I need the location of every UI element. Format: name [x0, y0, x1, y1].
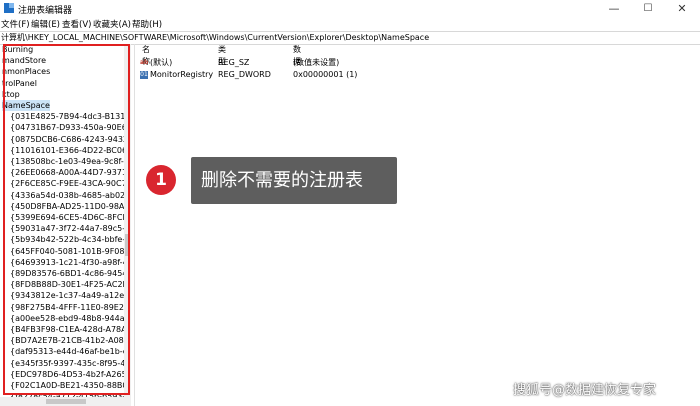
string-value-icon: ab: [140, 59, 149, 66]
tree-key-item[interactable]: NameSpace: [2, 100, 50, 111]
menu-file[interactable]: 文件(F): [1, 18, 30, 30]
registry-key-tree[interactable]: Burning mandStore nmonPlaces trolPanel ktop N…: [0, 44, 131, 397]
menu-favorites[interactable]: 收藏夹(A): [93, 18, 131, 30]
tree-subkey-item[interactable]: {BD7A2E7B-21CB-41b2-A086-: [10, 335, 131, 346]
instruction-callout: 删除不需要的注册表: [191, 157, 397, 204]
tree-subkey-item[interactable]: {98F275B4-4FFF-11E0-89E2-7E: [10, 302, 131, 313]
tree-subkey-item[interactable]: {2F6CE85C-F9EE-43CA-90C7-8: [10, 178, 131, 189]
tree-subkey-item[interactable]: {a00ee528-ebd9-48b8-944a-8: [10, 313, 131, 324]
tree-subkey-item[interactable]: {04731B67-D933-450a-90E6-4: [10, 122, 131, 133]
tree-subkey-item[interactable]: {9343812e-1c37-4a49-a12e-4b: [10, 290, 131, 301]
tree-subkey-item[interactable]: {64693913-1c21-4f30-a98f-4e: [10, 257, 131, 268]
tree-subkey-item[interactable]: {26EE0668-A00A-44D7-9371-B: [10, 167, 131, 178]
tree-subkey-item[interactable]: {645FF040-5081-101B-9F08-0: [10, 246, 131, 257]
value-type: REG_SZ: [218, 58, 250, 67]
minimize-button[interactable]: —: [599, 0, 629, 17]
tree-vertical-scrollbar[interactable]: [124, 44, 131, 397]
watermark: 搜狐号@数据建恢复专家: [513, 383, 657, 398]
close-button[interactable]: ✕: [667, 0, 697, 17]
tree-key-item[interactable]: nmonPlaces: [2, 66, 50, 77]
dword-value-icon: 01: [140, 71, 148, 79]
tree-subkey-item[interactable]: {B4FB3F98-C1EA-428d-A78A-D: [10, 324, 131, 335]
value-data: 0x00000001 (1): [293, 70, 358, 79]
tree-subkey-item[interactable]: {138508bc-1e03-49ea-9c8f-ea: [10, 156, 131, 167]
tree-scroll-thumb[interactable]: [125, 234, 130, 256]
window-title: 注册表编辑器: [18, 6, 73, 16]
instruction-text: 删除不需要的注册表: [201, 170, 363, 191]
tree-subkey-item[interactable]: {89D83576-6BD1-4c86-9454-E: [10, 268, 131, 279]
menu-bar: 文件(F) 编辑(E) 查看(V) 收藏夹(A) 帮助(H): [0, 17, 700, 31]
tree-subkey-item[interactable]: {031E4825-7B94-4dc3-B131-E: [10, 111, 131, 122]
tree-subkey-item[interactable]: {11016101-E366-4D22-BC06-4: [10, 145, 131, 156]
title-bar: 注册表编辑器 — ☐ ✕: [0, 0, 700, 17]
tree-key-item[interactable]: ktop: [2, 89, 20, 100]
tree-subkey-item[interactable]: {8FD8B88D-30E1-4F25-AC2B-5: [10, 279, 131, 290]
tree-subkey-item[interactable]: {e345f35f-9397-435c-8f95-4e: [10, 358, 130, 369]
tree-subkey-item[interactable]: {5399E694-6CE5-4D6C-8FCE-1: [10, 212, 131, 223]
menu-edit[interactable]: 编辑(E): [31, 18, 60, 30]
pane-splitter[interactable]: [134, 44, 135, 406]
tree-subkey-item[interactable]: {450D8FBA-AD25-11D0-98A8-0: [10, 201, 131, 212]
tree-subkey-item[interactable]: {F02C1A0D-BE21-4350-88B0-7: [10, 380, 131, 391]
tree-key-item[interactable]: trolPanel: [2, 78, 37, 89]
menu-view[interactable]: 查看(V): [62, 18, 91, 30]
tree-subkey-item[interactable]: {4336a54d-038b-4685-ab02-9: [10, 190, 131, 201]
value-data: (数值未设置): [293, 58, 340, 67]
tree-key-item[interactable]: mandStore: [2, 55, 46, 66]
value-name: (默认): [150, 58, 173, 67]
tree-subkey-item[interactable]: {59031a47-3f72-44a7-89c5-55: [10, 223, 131, 234]
menu-help[interactable]: 帮助(H): [132, 18, 162, 30]
tree-subkey-item[interactable]: {EDC978D6-4D53-4b2f-A265-5: [10, 369, 131, 380]
value-type: REG_DWORD: [218, 70, 271, 79]
maximize-button[interactable]: ☐: [633, 0, 663, 17]
address-bar[interactable]: 计算机\HKEY_LOCAL_MACHINE\SOFTWARE\Microsof…: [0, 31, 700, 45]
tree-key-item[interactable]: Burning: [2, 44, 33, 55]
tree-subkey-item[interactable]: {0875DCB6-C686-4243-9432-A: [10, 134, 131, 145]
tree-subkey-item[interactable]: {5b934b42-522b-4c34-bbfe-3: [10, 234, 130, 245]
registry-editor-icon: [4, 3, 14, 13]
tree-horizontal-scrollbar[interactable]: [0, 397, 131, 406]
tree-subkey-item[interactable]: {daf95313-e44d-46af-be1b-cb: [10, 346, 131, 357]
tree-hscroll-thumb[interactable]: [46, 399, 86, 404]
step-number-badge: 1: [146, 165, 176, 195]
value-name: MonitorRegistry: [150, 70, 214, 79]
